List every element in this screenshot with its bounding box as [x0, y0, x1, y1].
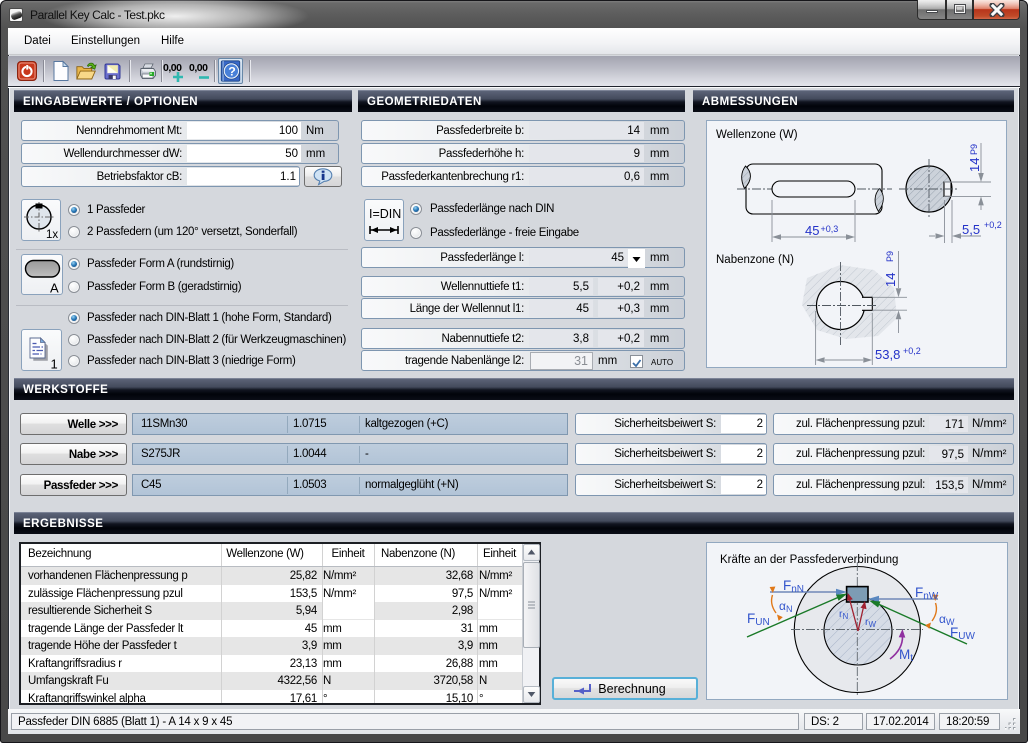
svg-text:FUW: FUW [950, 625, 975, 642]
svg-text:Nabenzone (N): Nabenzone (N) [716, 254, 794, 266]
svg-text:+0,2: +0,2 [903, 346, 921, 356]
svg-text:A: A [50, 281, 59, 295]
svg-text:5,5: 5,5 [962, 222, 980, 237]
svg-text:FnW: FnW [915, 585, 939, 602]
svg-text:14: 14 [967, 158, 982, 172]
svg-text:αW: αW [939, 612, 955, 627]
svg-text:+0,3: +0,3 [821, 224, 839, 234]
svg-text:14: 14 [883, 273, 898, 287]
svg-text:αN: αN [779, 599, 792, 614]
svg-text:P9: P9 [885, 251, 895, 262]
svg-text:1: 1 [51, 357, 58, 371]
svg-text:+0,2: +0,2 [984, 220, 1002, 230]
svg-text:Wellenzone (W): Wellenzone (W) [716, 129, 798, 141]
svg-text:I=DIN: I=DIN [369, 207, 401, 221]
svg-text:?: ? [228, 65, 236, 79]
svg-text:1x: 1x [46, 229, 58, 240]
svg-text:P9: P9 [969, 144, 979, 155]
svg-text:45: 45 [805, 223, 819, 238]
svg-text:FUN: FUN [747, 611, 770, 628]
svg-text:Kräfte an der Passfederverbind: Kräfte an der Passfederverbindung [720, 554, 898, 566]
svg-text:53,8: 53,8 [875, 347, 900, 362]
svg-text:FnN: FnN [783, 578, 804, 595]
